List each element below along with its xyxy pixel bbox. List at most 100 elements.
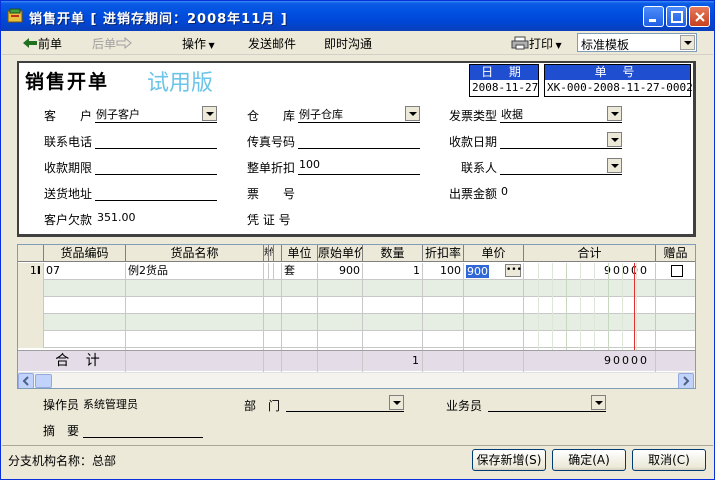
order-number-box: 单 号 XK-000-2008-11-27-0002 [544,64,693,97]
col-header-unit[interactable]: 单位 [282,245,318,262]
app-icon [7,8,23,23]
operate-menu[interactable]: 操作 ▼ [182,35,215,52]
save-new-button[interactable]: 保存新增(S) [472,449,546,471]
col-header-code[interactable]: 货品编码 [44,245,126,262]
table-row[interactable] [18,280,695,297]
order-number-value[interactable]: XK-000-2008-11-27-0002 [545,80,693,96]
chevron-down-icon[interactable] [607,132,622,147]
invoice-type-label: 发票类型 [449,109,498,123]
col-header-gift[interactable]: 赠品 [656,245,695,262]
total-blank-6 [464,351,524,372]
cell-code[interactable]: 07 [44,263,126,280]
cell-total[interactable]: 90000 [524,263,656,280]
total-qty: 1 [363,351,423,372]
cell-orig-price[interactable]: 900 [318,263,363,280]
instant-chat-button[interactable]: 即时沟通 [324,35,372,52]
cell-price[interactable]: 900 [466,265,489,278]
cell-unit[interactable]: 套 [282,263,318,280]
address-label: 送货地址 [44,187,93,201]
doc-title: 销售开单 [25,71,110,93]
gift-checkbox[interactable] [671,265,683,277]
receive-term-input[interactable] [95,157,217,175]
table-row[interactable]: 1I 07 例2货品 套 900 1 100 900 ••• 90000 [18,263,695,280]
address-input[interactable] [95,183,217,201]
receive-date-label: 收款日期 [449,135,498,149]
col-header-discount[interactable]: 折扣率 [423,245,464,262]
next-order-label: 后单 [92,37,117,51]
warehouse-select[interactable]: 例子仓库 [298,105,420,123]
debt-label: 客户欠款 [44,213,93,227]
grid-header: 货品编码 货品名称 规 件 单位 原始单价 数量 折扣率 单价 合计 赠品 [18,245,695,262]
date-value[interactable]: 2008-11-27 [470,80,538,96]
cell-price-editor[interactable]: 900 ••• [464,263,524,280]
table-row[interactable] [18,331,695,348]
salesman-select[interactable] [488,394,606,412]
chevron-down-icon[interactable] [202,106,217,121]
cell-qty[interactable]: 1 [363,263,423,280]
salesman-label: 业务员 [446,399,483,413]
invoice-type-select[interactable]: 收据 [500,105,622,123]
horizontal-scrollbar[interactable] [18,372,695,388]
minimize-button[interactable] [643,6,664,27]
date-caption: 日 期 [470,65,538,80]
memo-input[interactable] [83,420,203,438]
cell-gift[interactable] [656,263,695,280]
close-button[interactable] [689,6,710,27]
department-select[interactable] [286,394,404,412]
col-header-total[interactable]: 合计 [524,245,656,262]
memo-label: 摘 要 [43,424,80,438]
scroll-thumb[interactable] [35,374,52,388]
row-index [18,331,44,348]
arrow-left-icon [23,38,37,48]
chevron-right-icon [683,376,690,386]
send-mail-label: 发送邮件 [248,37,297,51]
scroll-left-button[interactable] [18,373,34,388]
next-order-button[interactable]: 后单 [92,35,132,52]
window-title: 销售开单 [ 进销存期间：2008年11月 ] [29,12,288,27]
chevron-down-icon[interactable] [607,106,622,121]
operator-value: 系统管理员 [83,398,138,411]
maximize-button[interactable] [666,6,687,27]
template-select[interactable]: 标准模板 [577,33,697,52]
prev-order-label: 前单 [38,37,63,51]
close-icon [695,12,705,22]
cell-name[interactable]: 例2货品 [126,263,264,280]
phone-input[interactable] [95,131,217,149]
table-row[interactable] [18,314,695,331]
prev-order-button[interactable]: 前单 [22,35,62,52]
title-bar[interactable]: 销售开单 [ 进销存期间：2008年11月 ] [1,1,714,31]
col-header-name[interactable]: 货品名称 [126,245,264,262]
col-header-blank[interactable] [274,245,282,262]
ok-button[interactable]: 确定(A) [552,449,626,471]
cell-discount[interactable]: 100 [423,263,464,280]
receive-term-label: 收款期限 [44,161,93,175]
invoice-type-value: 收据 [501,108,523,121]
receive-date-select[interactable] [500,131,622,149]
chevron-down-icon[interactable] [680,35,695,50]
row-index [18,280,44,297]
chevron-down-icon[interactable] [405,106,420,121]
chevron-left-icon [22,376,29,386]
chevron-down-icon[interactable] [607,158,622,173]
col-header-qty[interactable]: 数量 [363,245,423,262]
operator-label: 操作员 [43,398,80,412]
customer-select[interactable]: 例子客户 [95,105,217,123]
print-button[interactable]: 打印 ▼ [511,35,562,52]
invoice-amount-label: 出票金额 [449,187,498,201]
print-label: 打印 [529,37,554,51]
warehouse-label: 仓 库 [247,109,296,123]
chevron-down-icon[interactable] [389,395,404,410]
fax-input[interactable] [298,131,420,149]
discount-input[interactable]: 100 [298,157,420,175]
cell-blank[interactable] [274,263,282,280]
scroll-right-button[interactable] [678,373,694,388]
cancel-button[interactable]: 取消(C) [632,449,706,471]
total-amount: 90000 [524,351,656,372]
col-header-price[interactable]: 单价 [464,245,524,262]
send-mail-button[interactable]: 发送邮件 [248,35,296,52]
chevron-down-icon[interactable] [591,395,606,410]
table-row[interactable] [18,297,695,314]
contact-select[interactable] [500,157,622,175]
col-header-orig-price[interactable]: 原始单价 [318,245,363,262]
ellipsis-button[interactable]: ••• [505,264,522,277]
